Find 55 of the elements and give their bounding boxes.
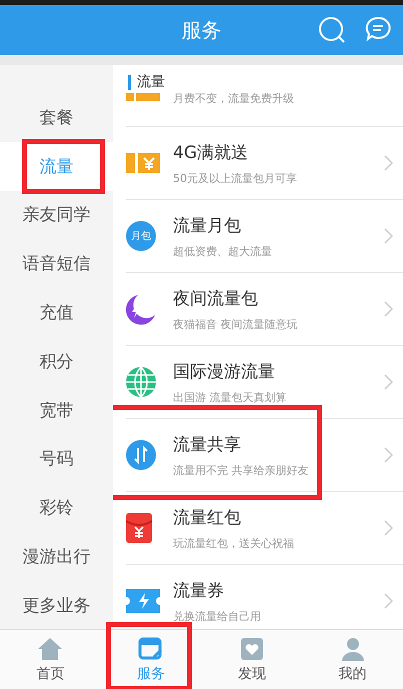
chevron-icon	[384, 374, 393, 390]
chevron-icon	[384, 520, 393, 536]
service-subtitle: 夜猫福音 夜间流量随意玩	[173, 316, 298, 332]
sidebar-item[interactable]: 亲友同学	[0, 190, 113, 240]
ticket-icon	[126, 587, 160, 615]
service-item[interactable]: 流量共享 流量用不完 共享给亲朋好友	[126, 419, 403, 492]
service-item[interactable]: 流量红包 玩流量红包，送关心祝福	[126, 492, 403, 565]
sidebar-item[interactable]: 彩铃	[0, 483, 113, 532]
service-title: 流量券	[173, 580, 225, 602]
person-icon	[340, 636, 366, 660]
sidebar-item[interactable]: 套餐	[0, 93, 113, 142]
sidebar-item[interactable]: 语音短信	[0, 239, 113, 288]
sidebar-item[interactable]: 更多业务	[0, 580, 113, 630]
service-subtitle: 玩流量红包，送关心祝福	[173, 536, 295, 550]
service-title: 流量红包	[173, 506, 242, 528]
globe-icon	[126, 367, 156, 397]
screen-title: 服务	[182, 16, 222, 44]
sidebar-item[interactable]: 积分	[0, 336, 113, 386]
tab[interactable]: 发现	[202, 630, 302, 689]
tab[interactable]: 我的	[302, 630, 403, 689]
search-icon[interactable]	[318, 16, 346, 44]
transfer-icon	[126, 440, 156, 470]
chevron-icon	[384, 155, 393, 171]
monthly-pack-icon: 月包	[126, 221, 156, 251]
service-subtitle: 兑换流量给自己用	[173, 608, 262, 624]
chevron-icon	[384, 301, 393, 317]
envelope-icon	[126, 513, 152, 543]
chevron-icon	[384, 447, 393, 463]
service-subtitle: 50元及以上流量包月可享	[173, 170, 298, 186]
service-subtitle: 月费不变，流量免费升级	[173, 91, 295, 106]
service-subtitle: 出国游 流量包天真划算	[173, 390, 288, 404]
service-item[interactable]: 国际漫游流量 出国游 流量包天真划算	[126, 346, 403, 419]
service-item[interactable]: 夜间流量包 夜猫福音 夜间流量随意玩	[126, 273, 403, 346]
moon-icon	[126, 293, 156, 325]
service-title: 夜间流量包	[173, 288, 259, 310]
chevron-icon	[384, 593, 393, 609]
home-icon	[37, 636, 64, 660]
chevron-icon	[384, 228, 393, 244]
message-icon[interactable]	[365, 16, 391, 42]
sidebar-item[interactable]: 充值	[0, 288, 113, 337]
service-item[interactable]: 4G满就送 50元及以上流量包月可享	[126, 127, 403, 200]
heart-box-icon	[238, 636, 265, 660]
sidebar-item[interactable]: 号码	[0, 434, 113, 484]
service-title: 流量月包	[173, 214, 242, 236]
service-subtitle: 超低资费、超大流量	[173, 244, 273, 258]
sidebar-item[interactable]: 漫游出行	[0, 532, 113, 581]
section-title: 流量	[137, 73, 165, 91]
sidebar-item[interactable]: 宽带	[0, 386, 113, 435]
calendar-edit-icon	[138, 636, 164, 660]
service-title: 流量共享	[173, 434, 242, 456]
service-subtitle: 流量用不完 共享给亲朋好友	[173, 462, 310, 478]
service-title: 4G满就送	[173, 142, 249, 164]
service-title: 国际漫游流量	[173, 360, 276, 382]
service-item[interactable]: 月包 流量月包 超低资费、超大流量	[126, 200, 403, 273]
tab[interactable]: 首页	[0, 630, 101, 689]
